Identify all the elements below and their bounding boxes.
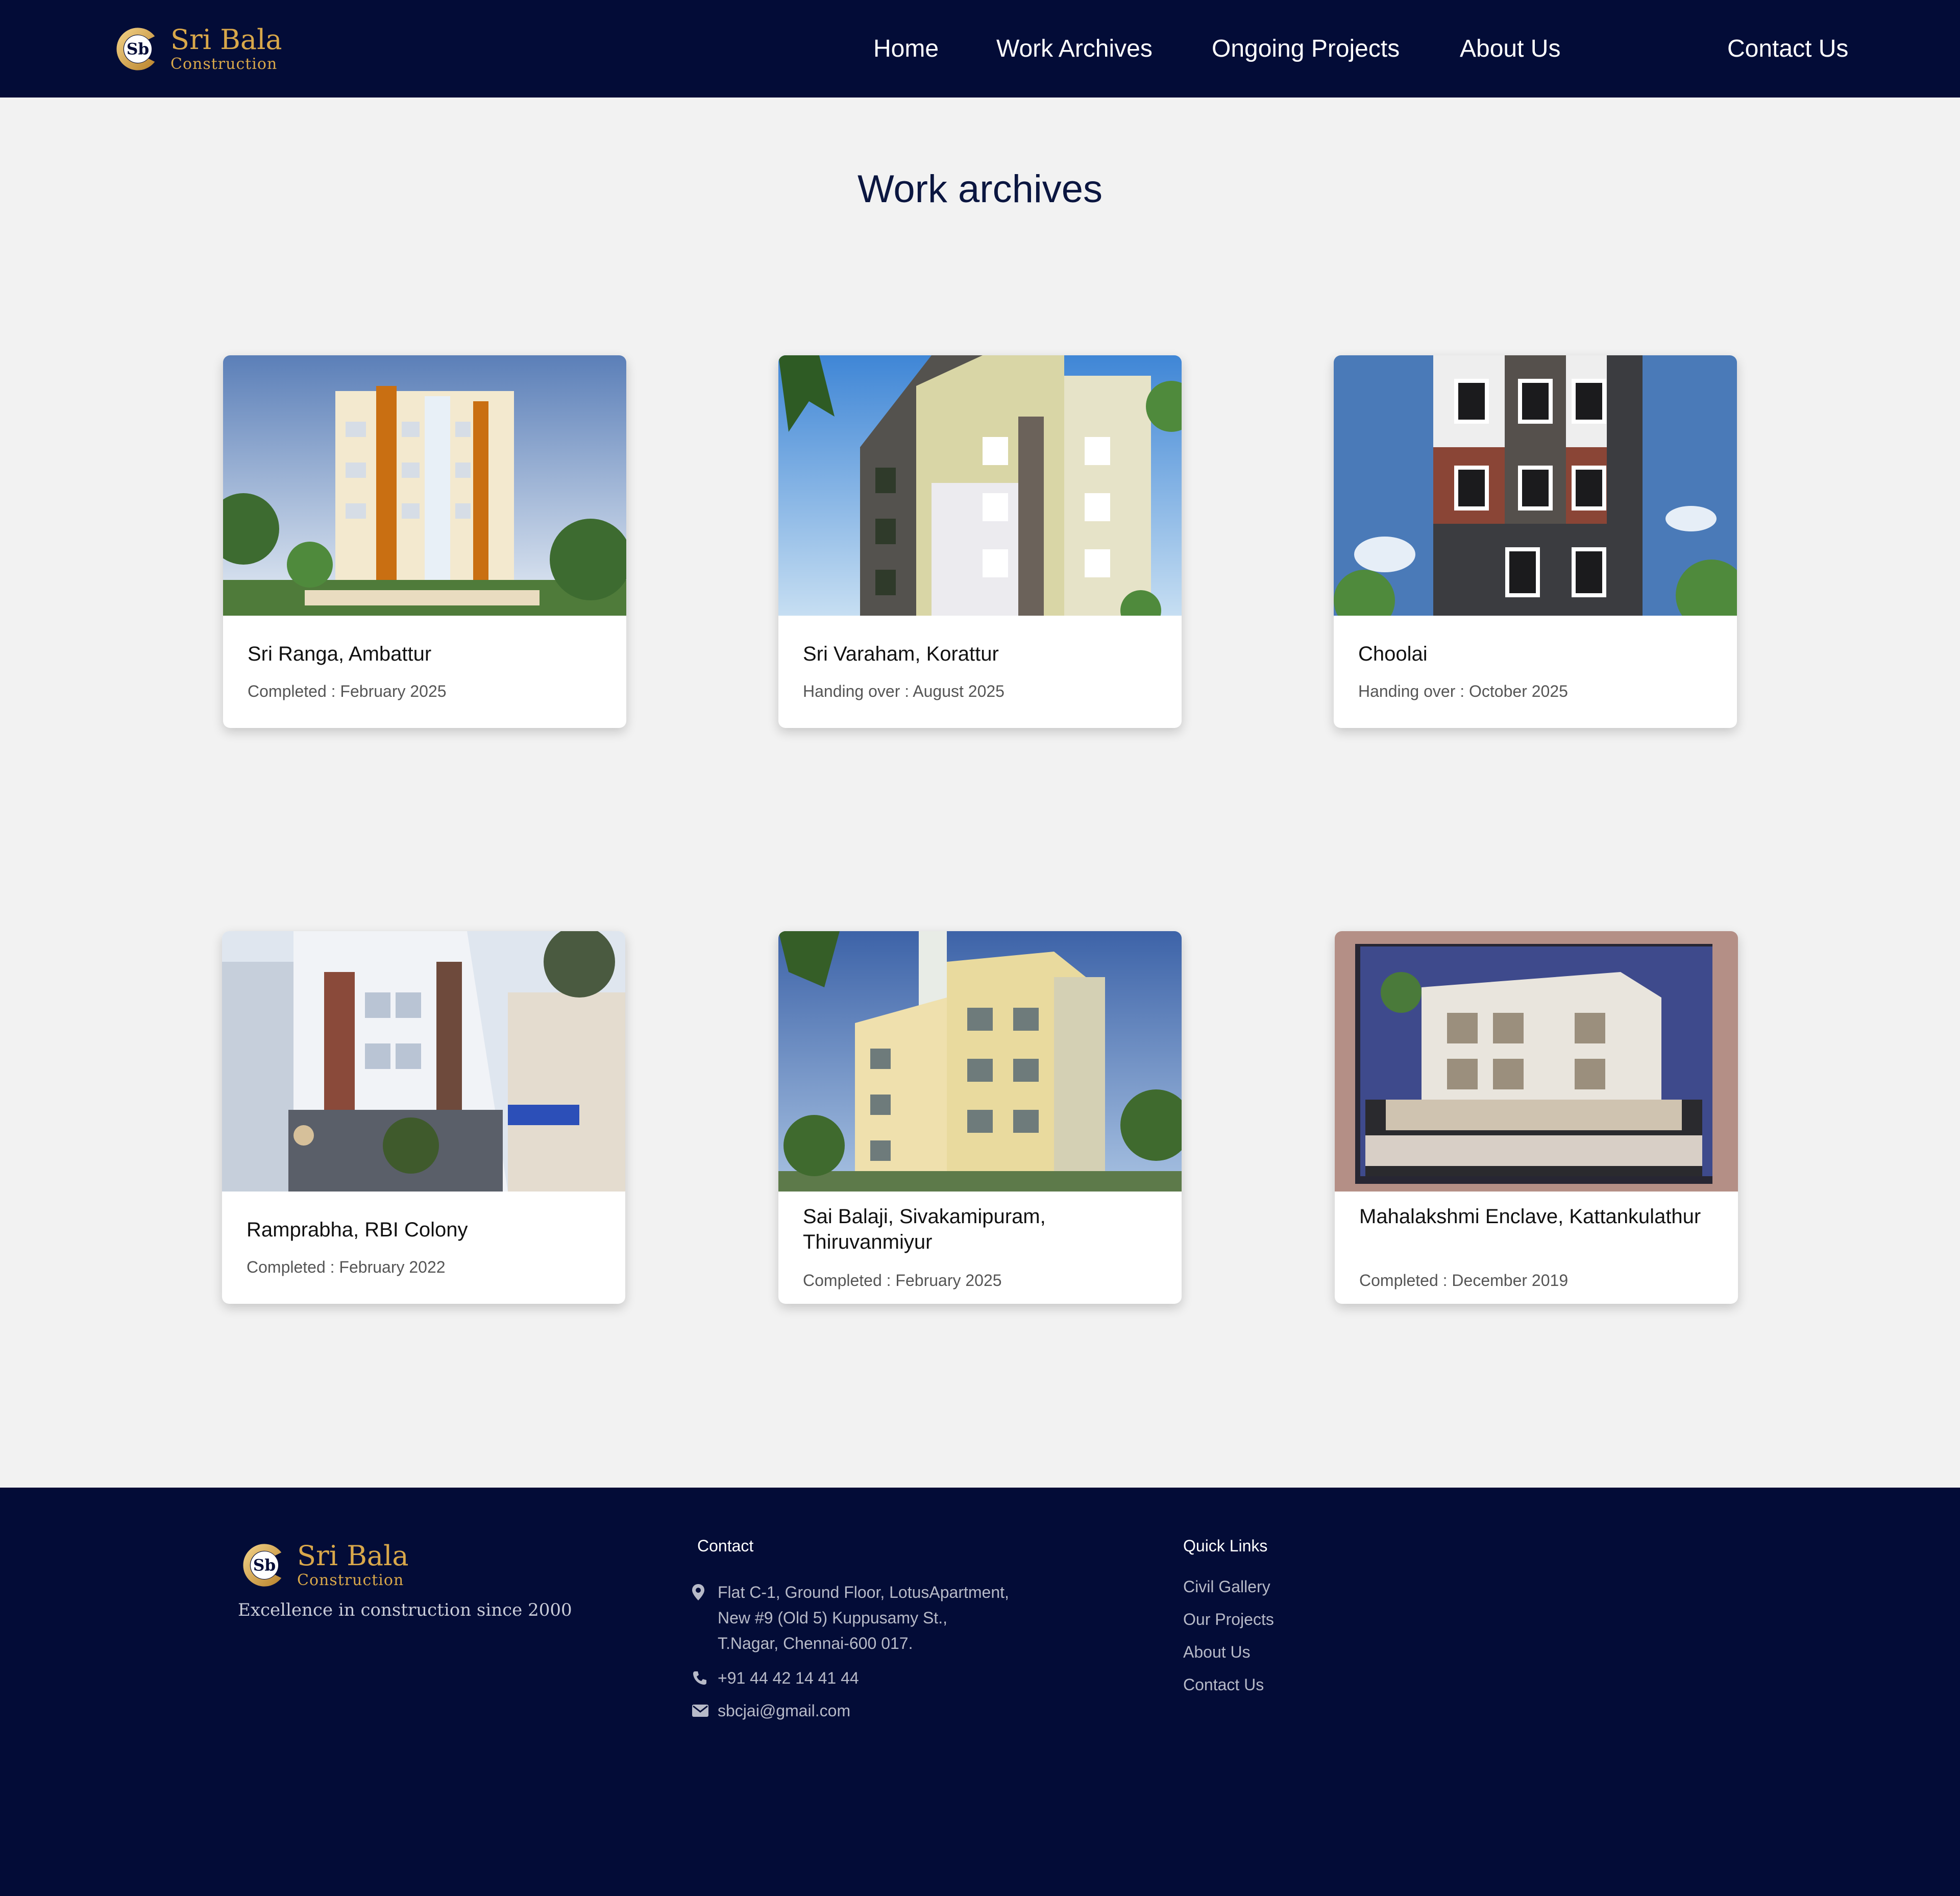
project-card[interactable]: Sri Varaham, Korattur Handing over : Aug… <box>778 355 1182 728</box>
nav-contact-us[interactable]: Contact Us <box>1727 0 1848 98</box>
brand-subtitle: Construction <box>297 1571 404 1589</box>
project-card[interactable]: Mahalakshmi Enclave, Kattankulathur Comp… <box>1335 931 1738 1304</box>
sb-monogram-logo-icon: Sb <box>243 1544 282 1587</box>
address-line: Flat C-1, Ground Floor, LotusApartment, <box>718 1583 1009 1601</box>
project-card[interactable]: Sri Ranga, Ambattur Completed : February… <box>223 355 626 728</box>
project-title: Sri Ranga, Ambattur <box>248 643 432 665</box>
sb-monogram-logo-icon: Sb <box>116 28 155 70</box>
project-title: Choolai <box>1358 643 1428 665</box>
email-address[interactable]: sbcjai@gmail.com <box>718 1698 850 1723</box>
project-status: Completed : February 2022 <box>247 1258 446 1276</box>
map-pin-icon <box>692 1579 710 1605</box>
project-status: Handing over : August 2025 <box>803 682 1004 700</box>
brand-name: Sri Bala <box>170 23 282 56</box>
project-card[interactable]: Choolai Handing over : October 2025 <box>1334 355 1737 728</box>
project-status: Completed : December 2019 <box>1359 1271 1569 1290</box>
svg-text:Sb: Sb <box>253 1556 276 1574</box>
email[interactable]: sbcjai@gmail.com <box>692 1698 850 1723</box>
project-image <box>223 355 626 616</box>
nav-about-us[interactable]: About Us <box>1460 0 1560 98</box>
project-status: Handing over : October 2025 <box>1358 682 1568 700</box>
phone-icon <box>692 1665 710 1691</box>
project-status: Completed : February 2025 <box>248 682 447 700</box>
contact-heading: Contact <box>697 1537 754 1555</box>
project-card[interactable]: Sai Balaji, Sivakamipuram, Thiruvanmiyur… <box>778 931 1182 1304</box>
phone[interactable]: +91 44 42 14 41 44 <box>692 1665 859 1691</box>
project-image <box>222 931 625 1192</box>
phone-number[interactable]: +91 44 42 14 41 44 <box>718 1665 859 1691</box>
quick-link-our-projects[interactable]: Our Projects <box>1183 1610 1274 1629</box>
address: Flat C-1, Ground Floor, LotusApartment, … <box>692 1579 1009 1656</box>
svg-text:Sb: Sb <box>127 40 149 58</box>
address-line: T.Nagar, Chennai-600 017. <box>718 1634 913 1652</box>
nav-work-archives[interactable]: Work Archives <box>996 0 1153 98</box>
quick-link-contact-us[interactable]: Contact Us <box>1183 1675 1264 1694</box>
quick-link-civil-gallery[interactable]: Civil Gallery <box>1183 1577 1270 1596</box>
quick-link-about-us[interactable]: About Us <box>1183 1643 1251 1662</box>
envelope-icon <box>692 1698 710 1723</box>
project-image <box>778 931 1182 1192</box>
address-line: New #9 (Old 5) Kuppusamy St., <box>718 1609 947 1627</box>
site-footer: Sb Sri Bala Construction Excellence in c… <box>0 1488 1960 1896</box>
brand-name: Sri Bala <box>297 1540 409 1572</box>
quick-links-heading: Quick Links <box>1183 1537 1268 1555</box>
site-header: Sb Sri Bala Construction Home Work Archi… <box>0 0 1960 98</box>
nav-home[interactable]: Home <box>873 0 939 98</box>
project-image <box>778 355 1182 616</box>
project-card[interactable]: Ramprabha, RBI Colony Completed : Februa… <box>222 931 625 1304</box>
nav-ongoing-projects[interactable]: Ongoing Projects <box>1212 0 1400 98</box>
project-status: Completed : February 2025 <box>803 1271 1002 1290</box>
project-title: Sri Varaham, Korattur <box>803 643 999 665</box>
footer-tagline: Excellence in construction since 2000 <box>238 1600 572 1620</box>
project-image <box>1334 355 1737 616</box>
header-logo[interactable]: Sb Sri Bala Construction <box>111 22 282 76</box>
brand-subtitle: Construction <box>170 55 278 73</box>
project-title: Ramprabha, RBI Colony <box>247 1219 468 1241</box>
project-image <box>1335 931 1738 1192</box>
project-title: Mahalakshmi Enclave, Kattankulathur <box>1359 1205 1701 1228</box>
project-title: Sai Balaji, Sivakamipuram, Thiruvanmiyur <box>803 1205 1046 1253</box>
footer-logo[interactable]: Sb Sri Bala Construction <box>238 1539 409 1592</box>
page-title: Work archives <box>857 167 1103 211</box>
brand-text: Sri Bala Construction <box>170 26 282 72</box>
brand-text: Sri Bala Construction <box>297 1542 409 1588</box>
